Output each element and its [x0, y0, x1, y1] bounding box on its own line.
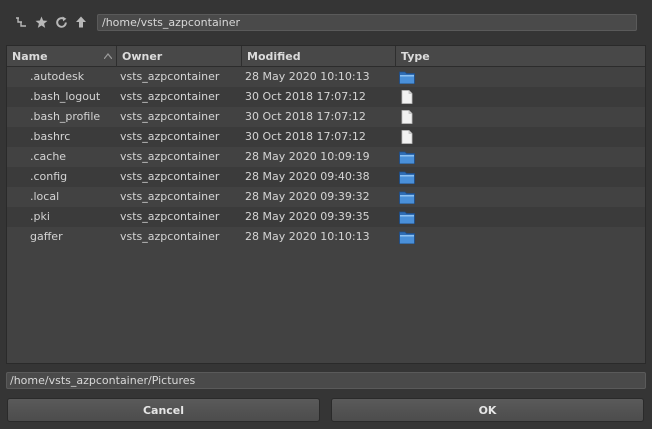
column-header-name-label: Name [12, 50, 48, 63]
cancel-button[interactable]: Cancel [7, 398, 320, 422]
file-listing[interactable]: Name Owner Modified Type .autodesk vsts_a… [6, 45, 646, 364]
file-icon [401, 130, 413, 144]
file-icon [401, 90, 413, 104]
file-owner: vsts_azpcontainer [120, 70, 220, 83]
file-owner: vsts_azpcontainer [120, 170, 220, 183]
file-modified: 28 May 2020 10:10:13 [245, 70, 370, 83]
file-owner: vsts_azpcontainer [120, 230, 220, 243]
file-owner: vsts_azpcontainer [120, 190, 220, 203]
collapse-icon[interactable] [13, 14, 29, 30]
ok-button[interactable]: OK [331, 398, 644, 422]
file-modified: 28 May 2020 10:09:19 [245, 150, 370, 163]
file-name: .bash_logout [30, 90, 101, 103]
selected-path-input[interactable]: /home/vsts_azpcontainer/Pictures [6, 372, 646, 389]
file-owner: vsts_azpcontainer [120, 90, 220, 103]
file-modified: 30 Oct 2018 17:07:12 [245, 110, 366, 123]
file-name: .bash_profile [30, 110, 101, 123]
file-modified: 30 Oct 2018 17:07:12 [245, 90, 366, 103]
sort-ascending-icon [104, 53, 112, 59]
file-owner: vsts_azpcontainer [120, 150, 220, 163]
column-header-type[interactable]: Type [396, 46, 645, 67]
table-header: Name Owner Modified Type [7, 46, 645, 67]
folder-icon [399, 71, 415, 84]
table-row[interactable]: .local vsts_azpcontainer 28 May 2020 09:39… [7, 187, 645, 207]
file-owner: vsts_azpcontainer [120, 110, 220, 123]
column-header-modified[interactable]: Modified [242, 46, 396, 67]
column-header-name[interactable]: Name [7, 46, 117, 67]
table-row[interactable]: .cache vsts_azpcontainer 28 May 2020 10:09… [7, 147, 645, 167]
folder-icon [399, 191, 415, 204]
file-name: gaffer [30, 230, 63, 243]
table-row[interactable]: .config vsts_azpcontainer 28 May 2020 09:4… [7, 167, 645, 187]
refresh-icon[interactable] [53, 14, 69, 30]
up-arrow-icon[interactable] [73, 14, 89, 30]
table-row[interactable]: .autodesk vsts_azpcontainer 28 May 2020 10… [7, 67, 645, 87]
file-modified: 28 May 2020 09:39:35 [245, 210, 370, 223]
file-name: .pki [30, 210, 50, 223]
file-name: .autodesk [30, 70, 85, 83]
file-name: .local [30, 190, 60, 203]
folder-icon [399, 211, 415, 224]
file-owner: vsts_azpcontainer [120, 210, 220, 223]
file-owner: vsts_azpcontainer [120, 130, 220, 143]
toolbar: /home/vsts_azpcontainer [0, 0, 652, 44]
folder-icon [399, 151, 415, 164]
table-row[interactable]: gaffer vsts_azpcontainer 28 May 2020 10:10… [7, 227, 645, 247]
bookmark-star-icon[interactable] [33, 14, 49, 30]
column-header-owner[interactable]: Owner [117, 46, 242, 67]
file-rows: .autodesk vsts_azpcontainer 28 May 2020 10… [7, 67, 645, 247]
file-modified: 28 May 2020 10:10:13 [245, 230, 370, 243]
file-name: .cache [30, 150, 67, 163]
file-modified: 28 May 2020 09:39:32 [245, 190, 370, 203]
file-icon [401, 110, 413, 124]
file-modified: 30 Oct 2018 17:07:12 [245, 130, 366, 143]
folder-icon [399, 231, 415, 244]
table-row[interactable]: .bashrc vsts_azpcontainer 30 Oct 2018 17:0… [7, 127, 645, 147]
directory-path-input[interactable]: /home/vsts_azpcontainer [97, 14, 637, 31]
file-name: .bashrc [30, 130, 71, 143]
folder-icon [399, 171, 415, 184]
file-modified: 28 May 2020 09:40:38 [245, 170, 370, 183]
table-row[interactable]: .pki vsts_azpcontainer 28 May 2020 09:39:3… [7, 207, 645, 227]
table-row[interactable]: .bash_logout vsts_azpcontainer 30 Oct 2018… [7, 87, 645, 107]
table-row[interactable]: .bash_profile vsts_azpcontainer 30 Oct 201… [7, 107, 645, 127]
file-name: .config [30, 170, 68, 183]
